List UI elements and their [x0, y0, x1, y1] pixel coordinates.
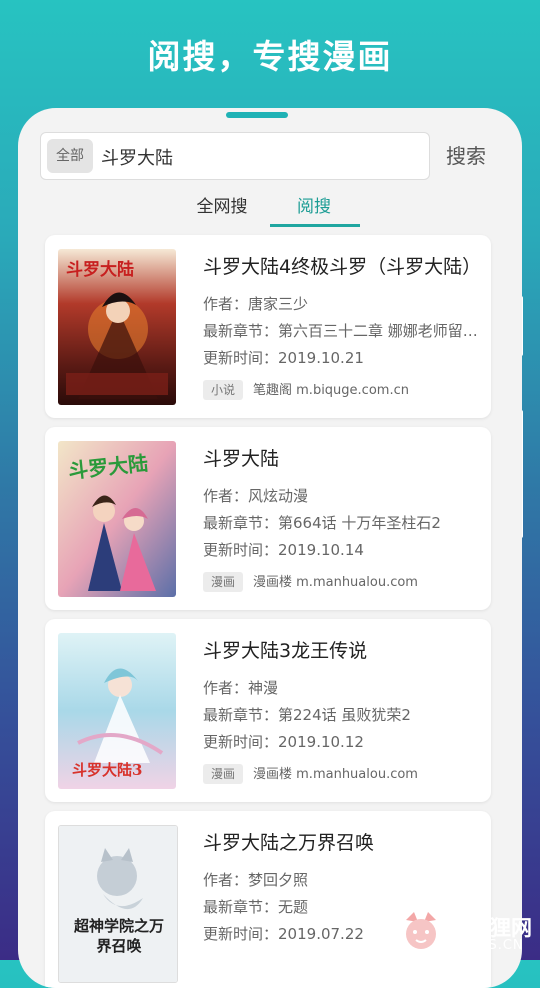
- book-cover: 斗罗大陆: [58, 249, 176, 405]
- book-cover: 斗罗大陆3: [58, 633, 176, 789]
- result-card[interactable]: 斗罗大陆3 斗罗大陆3龙王传说 作者：神漫 最新章节：第224话 虽败犹荣2 更…: [45, 619, 491, 802]
- result-card[interactable]: 斗罗大陆 斗罗大陆4终极斗罗（斗罗大陆） 作者：唐家三少 最新章节：第六百三十二…: [45, 235, 491, 418]
- search-tabs: 全网搜 阅搜: [18, 194, 522, 228]
- result-title[interactable]: 斗罗大陆之万界召唤: [203, 829, 487, 857]
- search-button[interactable]: 搜索: [446, 140, 486, 169]
- type-badge: 漫画: [203, 764, 244, 784]
- promo-title: 阅搜，专搜漫画: [147, 37, 393, 76]
- watermark-logo-icon: [400, 910, 442, 952]
- result-latest-chapter: 最新章节：第六百三十二章 娜娜老师留下的……: [203, 322, 487, 340]
- watermark-url: XHLKS.CN: [450, 938, 524, 953]
- result-card[interactable]: 超神学院之万界召唤 斗罗大陆之万界召唤 作者：梦回夕照 最新章节：无题 更新时间…: [45, 811, 491, 988]
- type-badge: 小说: [203, 380, 244, 400]
- phone-speaker: [226, 112, 288, 118]
- phone-screen: 全部 搜索 全网搜 阅搜: [18, 108, 522, 988]
- result-update-time: 更新时间：2019.07.22: [203, 925, 364, 943]
- source-site: 漫画楼 m.manhualou.com: [253, 767, 418, 782]
- result-author: 作者：唐家三少: [203, 295, 309, 313]
- result-latest-chapter: 最新章节：第224话 虽败犹荣2: [203, 706, 411, 724]
- book-cover: 斗罗大陆: [58, 441, 176, 597]
- result-author: 作者：神漫: [203, 679, 279, 697]
- source-site: 笔趣阁 m.biquge.com.cn: [253, 383, 409, 398]
- result-latest-chapter: 最新章节：第664话 十万年圣柱石2: [203, 514, 441, 532]
- type-badge: 漫画: [203, 572, 244, 592]
- result-update-time: 更新时间：2019.10.12: [203, 733, 364, 751]
- search-bar: 全部 搜索: [40, 132, 506, 180]
- result-card[interactable]: 斗罗大陆 斗罗大陆 作者：风炫动漫 最新章节：第664话 十万年圣柱石2 更新时…: [45, 427, 491, 610]
- result-source-row: 漫画 漫画楼 m.manhualou.com: [203, 571, 487, 595]
- result-title[interactable]: 斗罗大陆4终极斗罗（斗罗大陆）: [203, 253, 487, 281]
- result-update-time: 更新时间：2019.10.14: [203, 541, 364, 559]
- result-source-row: 漫画 漫画楼 m.manhualou.com: [203, 763, 487, 787]
- search-scope-chip[interactable]: 全部: [47, 139, 93, 173]
- cover-title: 超神学院之万界召唤: [73, 917, 164, 955]
- book-cover: 超神学院之万界召唤: [58, 825, 178, 983]
- result-source-row: 小说 笔趣阁 m.biquge.com.cn: [203, 379, 487, 403]
- result-latest-chapter: 最新章节：无题: [203, 898, 309, 916]
- tab-yuesou[interactable]: 阅搜: [270, 194, 358, 228]
- result-title[interactable]: 斗罗大陆: [203, 445, 487, 473]
- result-author: 作者：梦回夕照: [203, 871, 309, 889]
- result-update-time: 更新时间：2019.10.21: [203, 349, 364, 367]
- search-input[interactable]: [99, 139, 423, 175]
- cover-title: 斗罗大陆3: [72, 761, 143, 779]
- result-title[interactable]: 斗罗大陆3龙王传说: [203, 637, 487, 665]
- search-box: 全部: [40, 132, 430, 180]
- active-tab-indicator: [270, 224, 360, 227]
- cover-title: 斗罗大陆: [66, 260, 134, 280]
- result-author: 作者：风炫动漫: [203, 487, 309, 505]
- tab-all-web[interactable]: 全网搜: [178, 194, 266, 228]
- source-site: 漫画楼 m.manhualou.com: [253, 575, 418, 590]
